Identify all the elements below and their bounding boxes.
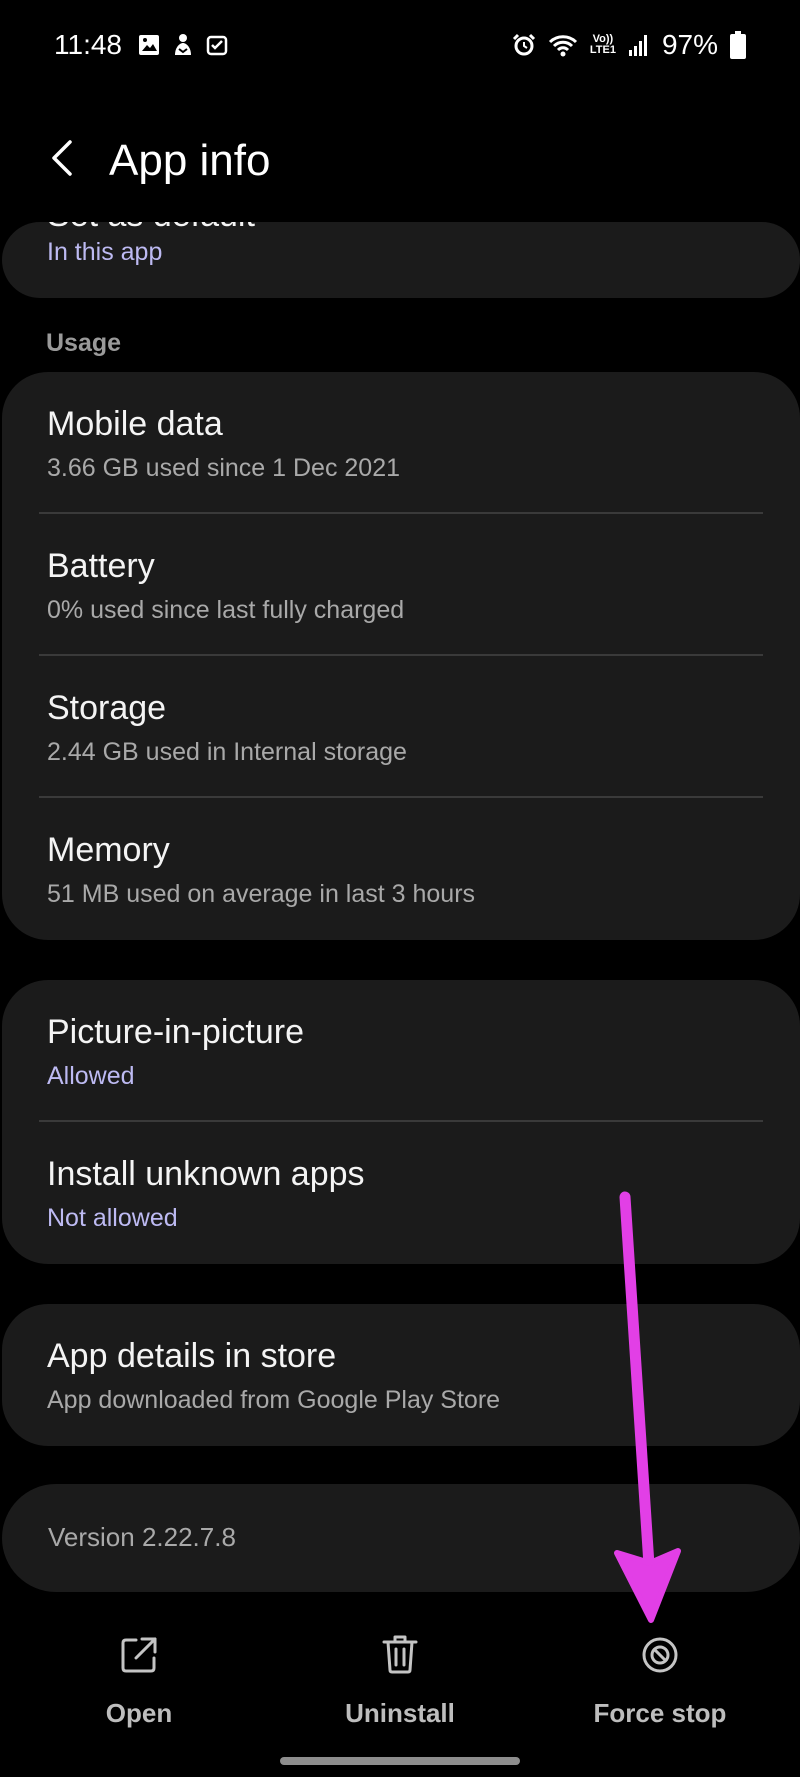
page-title: App info: [109, 136, 271, 185]
version-card: Version 2.22.7.8: [2, 1484, 800, 1592]
permissions-card: Picture-in-picture Allowed Install unkno…: [2, 980, 800, 1264]
memory-subtitle: 51 MB used on average in last 3 hours: [47, 880, 476, 908]
set-as-default-subtitle: In this app: [47, 238, 163, 266]
storage-subtitle: 2.44 GB used in Internal storage: [47, 738, 407, 766]
picture-in-picture-item[interactable]: Picture-in-picture Allowed: [2, 980, 800, 1122]
set-as-default-card[interactable]: Set as default In this app: [2, 222, 800, 298]
back-button[interactable]: [42, 136, 82, 184]
mobile-data-subtitle: 3.66 GB used since 1 Dec 2021: [47, 454, 401, 482]
app-details-title: App details in store: [47, 1337, 337, 1375]
gallery-icon: [138, 34, 160, 56]
app-details-subtitle: App downloaded from Google Play Store: [47, 1386, 501, 1414]
battery-item[interactable]: Battery 0% used since last fully charged: [2, 514, 800, 656]
trash-icon: [382, 1630, 418, 1674]
network-type-bottom: LTE1: [589, 44, 616, 56]
force-stop-label: Force stop: [593, 1698, 727, 1728]
app-bar: App info: [0, 120, 800, 200]
block-icon: [641, 1630, 679, 1674]
chevron-left-icon: [48, 138, 76, 183]
status-left: 11:48: [54, 29, 228, 61]
status-bar: 11:48 Vo)) LTE1 97%: [0, 0, 800, 90]
uninstall-button[interactable]: Uninstall: [290, 1630, 510, 1740]
memory-item[interactable]: Memory 51 MB used on average in last 3 h…: [2, 798, 800, 940]
mobile-data-title: Mobile data: [47, 405, 223, 443]
usage-section-label: Usage: [46, 329, 122, 357]
uninstall-label: Uninstall: [345, 1698, 455, 1728]
home-indicator[interactable]: [280, 1757, 520, 1765]
install-unknown-apps-title: Install unknown apps: [47, 1155, 365, 1193]
store-card: App details in store App downloaded from…: [2, 1304, 800, 1446]
force-stop-button[interactable]: Force stop: [550, 1630, 770, 1740]
mobile-data-item[interactable]: Mobile data 3.66 GB used since 1 Dec 202…: [2, 372, 800, 514]
signal-icon: [628, 34, 650, 56]
storage-item[interactable]: Storage 2.44 GB used in Internal storage: [2, 656, 800, 798]
open-label: Open: [105, 1698, 173, 1728]
open-external-icon: [120, 1630, 158, 1674]
notification-app-icon: [172, 33, 194, 57]
usage-card: Mobile data 3.66 GB used since 1 Dec 202…: [2, 372, 800, 940]
memory-title: Memory: [47, 831, 170, 869]
battery-icon: [730, 31, 746, 59]
install-unknown-apps-status: Not allowed: [47, 1204, 178, 1232]
battery-percent: 97%: [661, 29, 718, 60]
install-unknown-apps-item[interactable]: Install unknown apps Not allowed: [2, 1122, 800, 1264]
alarm-icon: [512, 33, 536, 57]
app-details-in-store-item[interactable]: App details in store App downloaded from…: [2, 1304, 800, 1446]
status-right: Vo)) LTE1 97%: [512, 29, 746, 61]
status-time: 11:48: [54, 29, 122, 60]
storage-title: Storage: [47, 689, 167, 727]
wifi-icon: [548, 33, 578, 57]
set-as-default-title: Set as default: [47, 222, 255, 235]
version-text: Version 2.22.7.8: [48, 1522, 236, 1552]
reminder-app-icon: [206, 34, 228, 56]
picture-in-picture-status: Allowed: [47, 1062, 135, 1090]
network-type: Vo)) LTE1: [590, 34, 616, 56]
picture-in-picture-title: Picture-in-picture: [47, 1013, 304, 1051]
bottom-action-bar: Open Uninstall Force stop: [0, 1630, 800, 1740]
battery-subtitle: 0% used since last fully charged: [47, 596, 405, 624]
open-button[interactable]: Open: [29, 1630, 249, 1740]
battery-title: Battery: [47, 547, 155, 585]
